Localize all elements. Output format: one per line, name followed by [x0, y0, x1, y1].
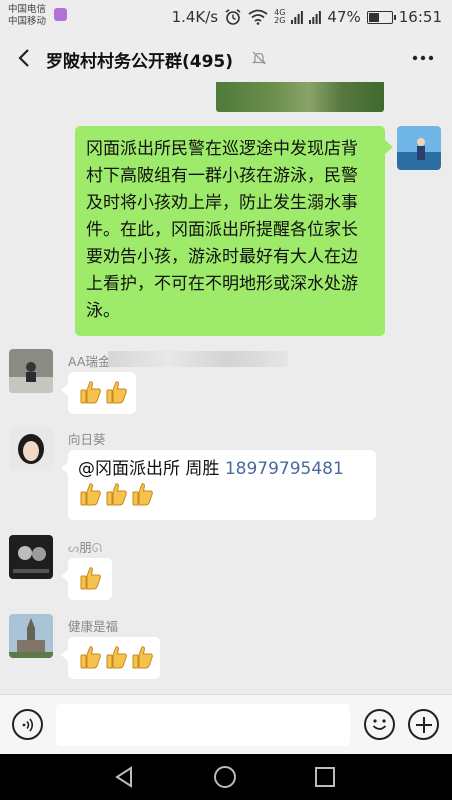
notice-message-bubble[interactable]: 冈面派出所民警在巡逻途中发现店背村下高陂组有一群小孩在游泳，民警及时将小孩劝上岸…: [75, 126, 393, 336]
mention-line: @冈面派出所 周胜 18979795481: [78, 457, 366, 481]
carrier-1: 中国电信: [8, 4, 47, 15]
sender-name: ᔕ朋ᘏ: [68, 540, 103, 555]
input-bar: [0, 694, 452, 754]
avatar-photo: [9, 614, 53, 658]
thumbs-up-emoji: [104, 481, 128, 511]
avatar-photo: [9, 427, 53, 471]
nav-recents-icon[interactable]: [315, 767, 335, 787]
avatar-jiankang-shifu[interactable]: [9, 614, 53, 658]
thumbs-up-emoji: [78, 565, 102, 595]
voice-input-button[interactable]: [12, 709, 43, 740]
thumbs-row: [78, 481, 366, 511]
system-nav-bar: [0, 754, 452, 800]
more-functions-button[interactable]: [408, 709, 439, 740]
thumbs-up-emoji: [78, 379, 102, 409]
emoji-button[interactable]: [364, 709, 395, 740]
thumbs-up-emoji: [104, 644, 128, 674]
thumbs-up-emoji: [130, 481, 154, 511]
thumbs-up-emoji: [104, 379, 128, 409]
avatar-photo: [9, 535, 53, 579]
thumbs-up-message[interactable]: [61, 372, 136, 414]
mention-text: @冈面派出所 周胜: [78, 459, 220, 479]
status-bar: 中国电信 中国移动 1.4K/s 4G 2G 47% 16:51: [0, 0, 452, 34]
chevron-left-icon: [18, 49, 29, 67]
sender-name-text: 朋: [79, 540, 92, 555]
signal-icon-2: [309, 11, 322, 24]
image-message[interactable]: [216, 82, 384, 112]
message-input[interactable]: [56, 704, 350, 746]
voice-icon: [22, 718, 33, 731]
thumbs-up-message[interactable]: [61, 558, 112, 600]
thumbs-up-message[interactable]: [61, 637, 160, 679]
status-indicators: 1.4K/s 4G 2G 47% 16:51: [172, 6, 442, 28]
chat-header: 罗陂村村务公开群(495): [0, 34, 452, 82]
my-avatar[interactable]: [397, 126, 441, 170]
thumbs-up-emoji: [78, 481, 102, 511]
thumbs-row: [78, 565, 102, 595]
nav-back-icon[interactable]: [113, 766, 135, 788]
avatar-peng[interactable]: [9, 535, 53, 579]
chat-title: 罗陂村村务公开群(495): [46, 52, 234, 72]
mute-bell-icon: [251, 51, 267, 65]
avatar-xiangrikui[interactable]: [9, 427, 53, 471]
signal-icon-1: [291, 11, 304, 24]
thumbs-up-emoji: [130, 644, 154, 674]
avatar-aa-ruijin[interactable]: [9, 349, 53, 393]
avatar-photo: [397, 126, 441, 170]
sender-name: AA瑞金: [68, 354, 111, 369]
network-type-4g-2g: 4G 2G: [274, 9, 285, 25]
phone-link[interactable]: 18979795481: [225, 459, 344, 479]
wifi-icon: [248, 9, 268, 25]
back-button[interactable]: [10, 44, 38, 72]
alarm-icon: [225, 9, 241, 25]
carrier-info: 中国电信 中国移动: [8, 4, 46, 28]
plus-icon: [415, 716, 432, 733]
sender-name: 向日葵: [68, 432, 106, 447]
gallery-notification-icon: [54, 8, 67, 21]
net-2g: 2G: [274, 16, 286, 25]
chat-area[interactable]: 冈面派出所民警在巡逻途中发现店背村下高陂组有一群小孩在游泳，民警及时将小孩劝上岸…: [0, 82, 452, 694]
notice-message-text: 冈面派出所民警在巡逻途中发现店背村下高陂组有一群小孩在游泳，民警及时将小孩劝上岸…: [86, 139, 358, 321]
battery-percent: 47%: [327, 8, 361, 26]
thumbs-up-emoji: [78, 644, 102, 674]
net-speed: 1.4K/s: [171, 8, 219, 26]
more-options-button[interactable]: [408, 44, 438, 72]
thumbs-row: [78, 379, 128, 409]
nav-home-icon[interactable]: [214, 766, 236, 788]
carrier-2: 中国移动: [8, 16, 47, 27]
avatar-photo: [9, 349, 53, 393]
thumbs-row: [78, 644, 153, 674]
redacted-name-blur: [108, 351, 288, 367]
clock: 16:51: [398, 8, 442, 26]
mention-message-bubble[interactable]: @冈面派出所 周胜 18979795481: [61, 450, 376, 520]
smiley-icon: [372, 719, 387, 730]
battery-fill: [368, 12, 379, 22]
battery-icon: [366, 10, 396, 24]
sender-name: 健康是福: [68, 619, 119, 634]
more-dots-icon: [412, 55, 434, 61]
